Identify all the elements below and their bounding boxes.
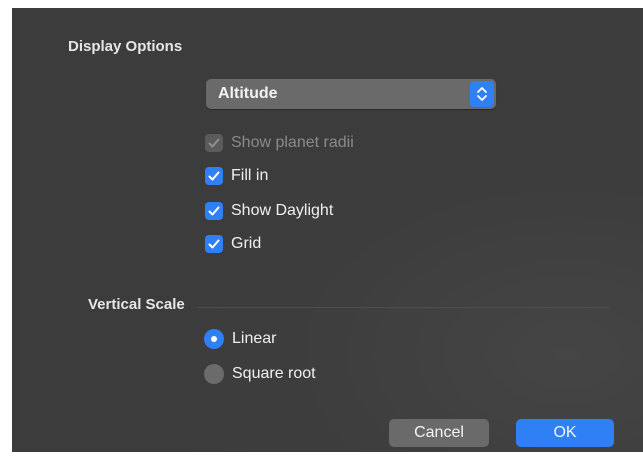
checkmark-icon (205, 134, 223, 152)
checkbox-grid[interactable]: Grid (205, 233, 261, 255)
display-options-heading: Display Options (68, 38, 183, 55)
dialog-sheet: Display Options Altitude Show planet rad… (12, 8, 643, 452)
up-down-chevron-icon (470, 81, 494, 107)
section-divider (197, 307, 609, 308)
radio-selected-icon (204, 329, 224, 349)
checkmark-icon (205, 235, 223, 253)
radio-label: Linear (232, 330, 277, 347)
checkbox-show-daylight[interactable]: Show Daylight (205, 200, 333, 222)
checkmark-icon (205, 167, 223, 185)
radio-label: Square root (232, 365, 316, 382)
checkbox-fill-in[interactable]: Fill in (205, 165, 268, 187)
background (12, 8, 643, 452)
radio-unselected-icon (204, 364, 224, 384)
checkmark-icon (205, 202, 223, 220)
checkbox-show-planet-radii[interactable]: Show planet radii (205, 132, 354, 154)
checkbox-label: Show planet radii (231, 134, 354, 151)
checkbox-label: Grid (231, 235, 262, 252)
radio-linear[interactable]: Linear (204, 327, 276, 351)
radio-square-root[interactable]: Square root (204, 362, 316, 386)
cancel-button[interactable]: Cancel (389, 419, 489, 447)
mode-select[interactable]: Altitude (206, 79, 496, 109)
checkbox-label: Fill in (231, 167, 269, 184)
mode-select-value: Altitude (218, 85, 278, 102)
ok-button[interactable]: OK (516, 419, 614, 447)
checkbox-label: Show Daylight (231, 202, 334, 219)
vertical-scale-heading: Vertical Scale (88, 296, 185, 313)
